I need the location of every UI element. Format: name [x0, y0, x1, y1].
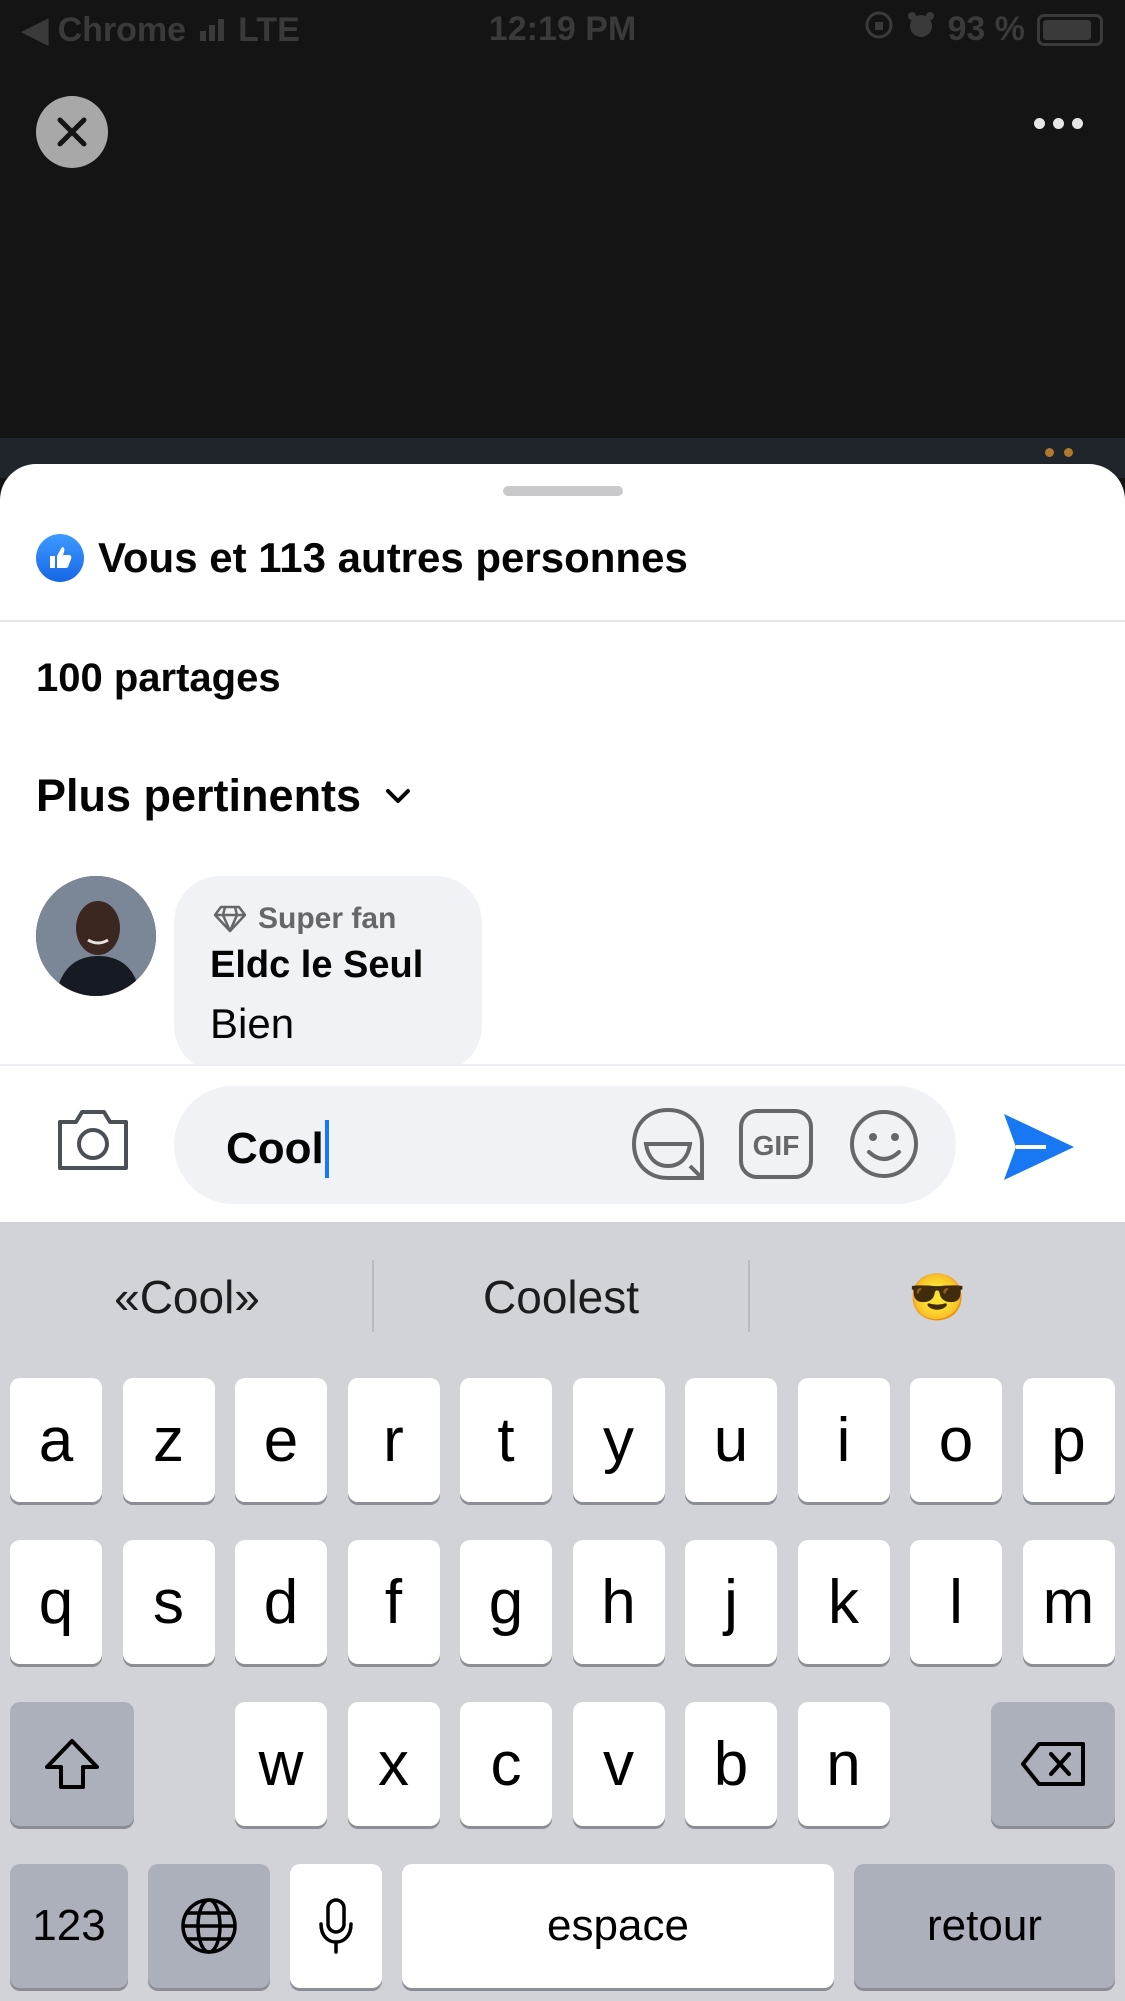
- emoji-icon: [850, 1110, 918, 1178]
- key-b[interactable]: b: [685, 1702, 777, 1826]
- key-k[interactable]: k: [797, 1540, 890, 1664]
- key-z[interactable]: z: [122, 1378, 215, 1502]
- sort-label: Plus pertinents: [36, 770, 362, 821]
- suggestion-3[interactable]: 😎: [750, 1270, 1125, 1325]
- key-q[interactable]: q: [10, 1540, 102, 1664]
- emoji-button[interactable]: [848, 1108, 920, 1185]
- send-button[interactable]: [1000, 1110, 1078, 1189]
- alarm-icon: [906, 10, 936, 49]
- chevron-down-icon: [386, 789, 411, 803]
- microphone-key[interactable]: [290, 1864, 382, 1988]
- key-a[interactable]: a: [10, 1378, 102, 1502]
- microphone-icon: [319, 1898, 353, 1954]
- comment-text: Bien: [210, 1000, 295, 1047]
- close-button[interactable]: [36, 96, 108, 168]
- gif-button[interactable]: GIF: [738, 1108, 814, 1185]
- close-icon: [57, 117, 87, 147]
- numbers-key[interactable]: 123: [10, 1864, 128, 1988]
- key-s[interactable]: s: [122, 1540, 215, 1664]
- svg-text:GIF: GIF: [753, 1130, 800, 1161]
- comment-input[interactable]: Cool GIF: [174, 1086, 956, 1204]
- backspace-key[interactable]: [991, 1702, 1115, 1826]
- like-icon: [36, 534, 84, 582]
- backspace-icon: [1021, 1742, 1085, 1786]
- key-t[interactable]: t: [460, 1378, 552, 1502]
- comment-composer: Cool GIF: [0, 1064, 1125, 1224]
- sort-dropdown[interactable]: Plus pertinents: [36, 770, 413, 822]
- return-key[interactable]: retour: [854, 1864, 1115, 1988]
- sticker-button[interactable]: [630, 1106, 706, 1189]
- key-g[interactable]: g: [460, 1540, 552, 1664]
- shift-icon: [45, 1739, 99, 1789]
- key-p[interactable]: p: [1022, 1378, 1115, 1502]
- shift-key[interactable]: [10, 1702, 134, 1826]
- battery-icon: [1037, 13, 1103, 46]
- suggestion-1[interactable]: «Cool»: [0, 1270, 374, 1324]
- key-f[interactable]: f: [347, 1540, 440, 1664]
- camera-button[interactable]: [54, 1104, 132, 1179]
- battery-percent: 93 %: [947, 10, 1026, 48]
- key-d[interactable]: d: [235, 1540, 327, 1664]
- key-r[interactable]: r: [347, 1378, 440, 1502]
- key-h[interactable]: h: [572, 1540, 665, 1664]
- space-key[interactable]: espace: [402, 1864, 834, 1988]
- status-bar: ◀ Chrome LTE 12:19 PM 93 %: [0, 0, 1125, 62]
- text-caret: [324, 1120, 329, 1178]
- key-w[interactable]: w: [235, 1702, 327, 1826]
- reactions-summary[interactable]: Vous et 113 autres personnes: [36, 534, 688, 582]
- key-u[interactable]: u: [685, 1378, 777, 1502]
- badge-label: Super fan: [258, 902, 397, 935]
- shares-count[interactable]: 100 partages: [36, 656, 281, 701]
- key-e[interactable]: e: [235, 1378, 327, 1502]
- avatar[interactable]: [36, 876, 156, 996]
- orientation-lock-icon: [864, 10, 894, 49]
- suggestion-2[interactable]: Coolest: [374, 1270, 748, 1324]
- key-x[interactable]: x: [347, 1702, 440, 1826]
- key-j[interactable]: j: [685, 1540, 777, 1664]
- reactions-text: Vous et 113 autres personnes: [98, 534, 688, 581]
- key-i[interactable]: i: [797, 1378, 890, 1502]
- more-options-button[interactable]: [1034, 118, 1083, 129]
- send-icon: [1004, 1114, 1074, 1180]
- key-m[interactable]: m: [1022, 1540, 1115, 1664]
- globe-key[interactable]: [148, 1864, 270, 1988]
- key-n[interactable]: n: [797, 1702, 890, 1826]
- comment-bubble[interactable]: Super fan Eldc le Seul Bien: [174, 876, 482, 1072]
- key-o[interactable]: o: [910, 1378, 1002, 1502]
- key-c[interactable]: c: [460, 1702, 552, 1826]
- super-fan-badge: Super fan: [212, 902, 396, 936]
- globe-icon: [181, 1898, 237, 1954]
- divider: [0, 620, 1125, 622]
- diamond-icon: [213, 905, 247, 933]
- sticker-icon: [631, 1107, 704, 1180]
- camera-icon: [58, 1110, 128, 1170]
- comment-author[interactable]: Eldc le Seul: [210, 944, 423, 987]
- key-v[interactable]: v: [572, 1702, 665, 1826]
- predictive-bar: «Cool» Coolest 😎: [0, 1222, 1125, 1372]
- keyboard: «Cool» Coolest 😎 123 espace retour azert: [0, 1222, 1125, 2001]
- sheet-grabber[interactable]: [503, 486, 623, 496]
- gif-icon: GIF: [739, 1109, 813, 1179]
- key-l[interactable]: l: [910, 1540, 1002, 1664]
- comment-input-value: Cool: [226, 1124, 324, 1173]
- key-y[interactable]: y: [572, 1378, 665, 1502]
- photo-dots-indicator: [1045, 448, 1073, 457]
- more-dots-icon: [1034, 118, 1045, 129]
